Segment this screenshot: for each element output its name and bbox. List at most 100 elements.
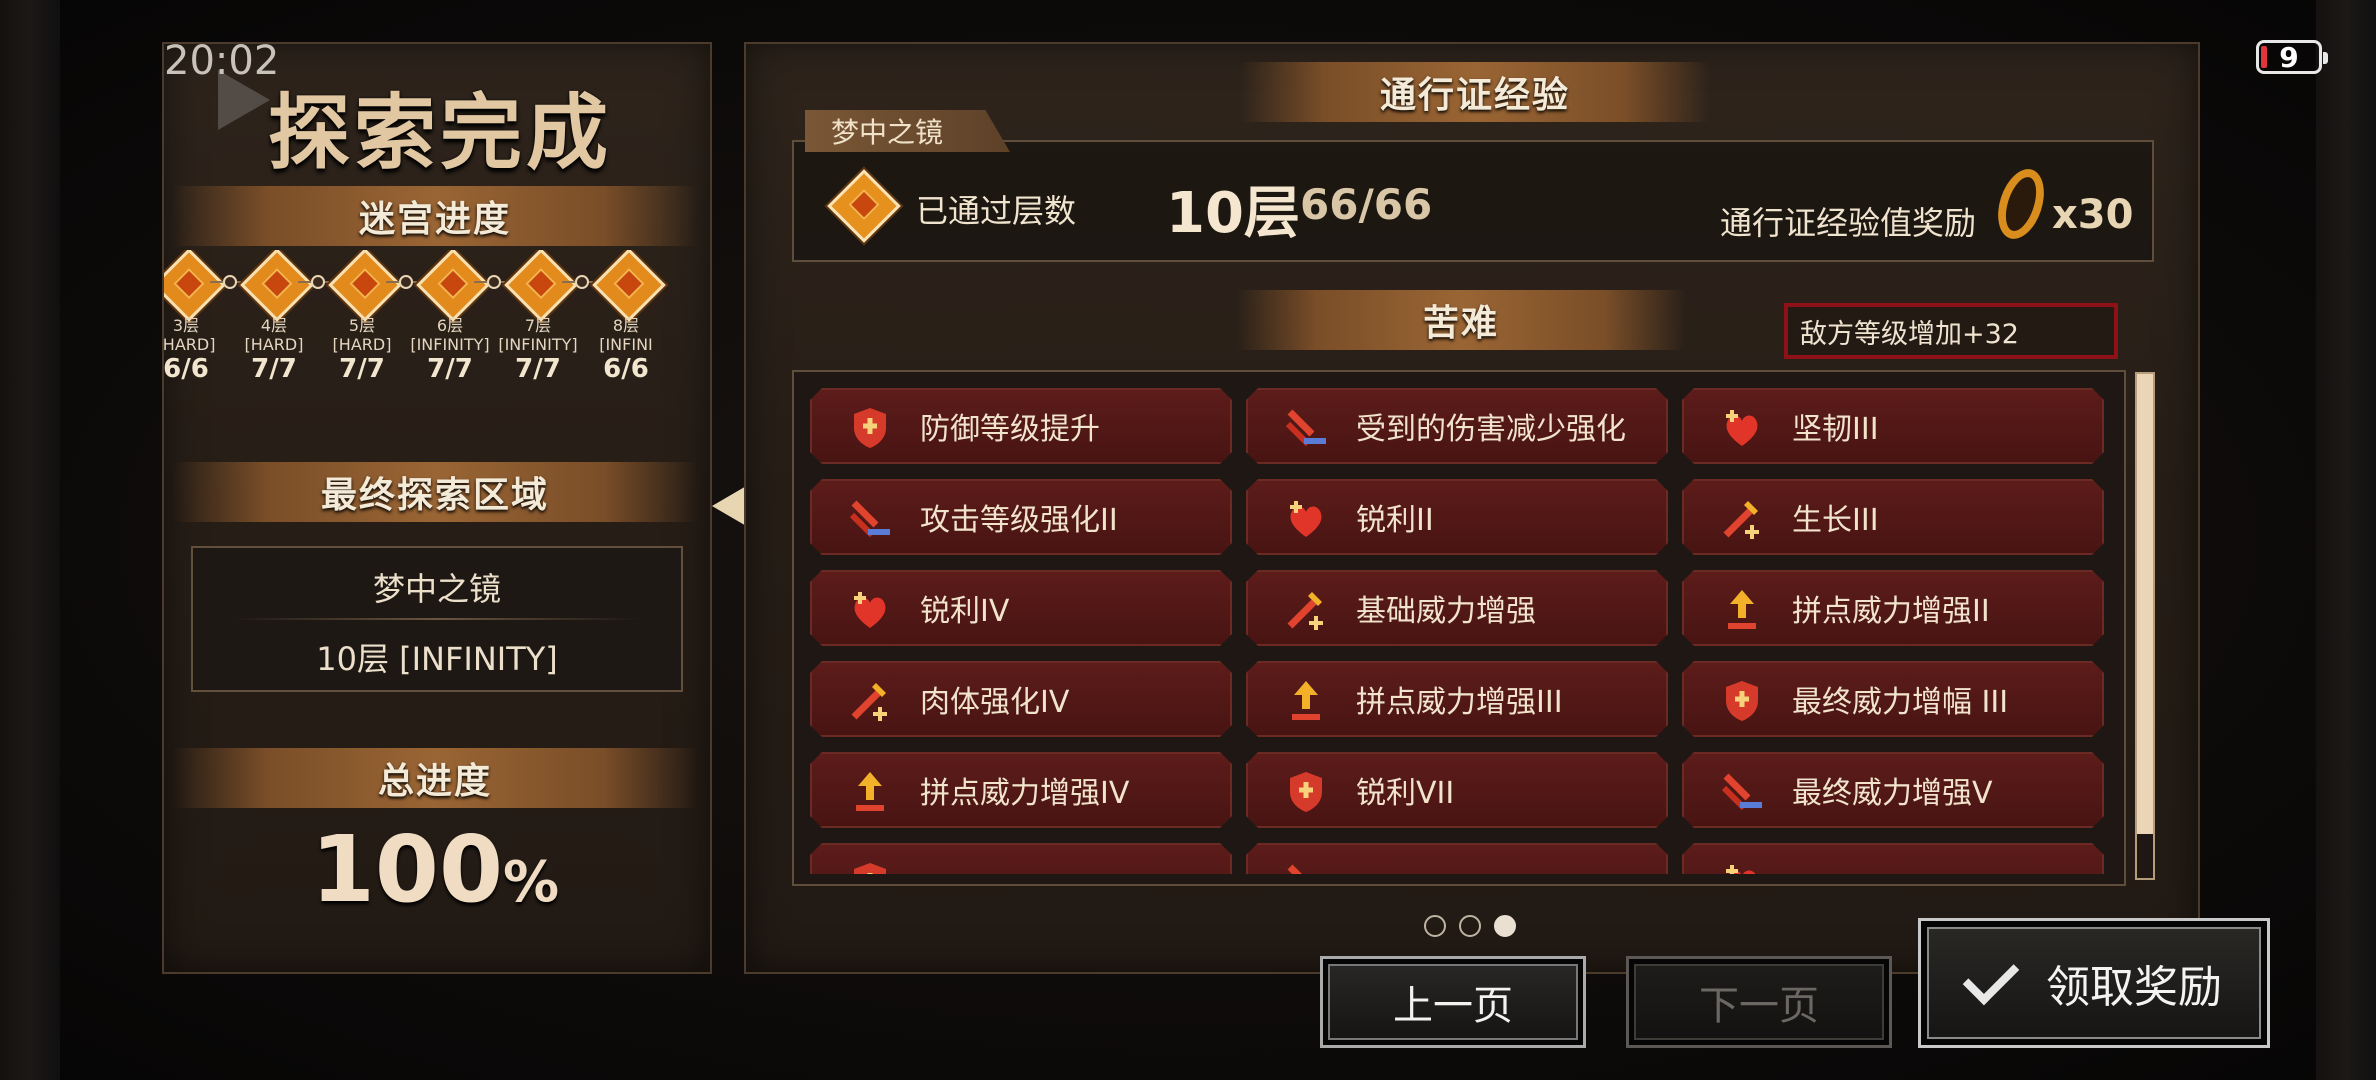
heart-plus-icon bbox=[1718, 404, 1766, 452]
sword-up-icon bbox=[1718, 495, 1766, 543]
hardship-card-label: 最终威力增幅 III bbox=[1792, 685, 2009, 720]
shield-up-icon bbox=[1718, 677, 1766, 725]
dungeon-tag: 梦中之镜 bbox=[805, 110, 1010, 152]
hardship-card[interactable] bbox=[1246, 843, 1668, 874]
hardship-banner: 苦难 bbox=[1236, 290, 1686, 350]
damage-reduce-icon bbox=[846, 495, 894, 543]
floor-node-count: 7/7 bbox=[339, 354, 385, 384]
hardship-card[interactable]: 拼点威力增强III bbox=[1246, 661, 1668, 737]
heart-plus-icon bbox=[1718, 859, 1766, 874]
sword-up-icon bbox=[1282, 586, 1330, 634]
floor-node-label: 3层[HARD] bbox=[164, 316, 216, 354]
pager-dot-1[interactable] bbox=[1424, 915, 1446, 937]
hardship-card[interactable]: 受到的伤害减少强化 bbox=[1246, 388, 1668, 464]
cleared-floor-value: 10层 bbox=[1166, 181, 1300, 246]
final-area-box: 梦中之镜 10层 [INFINITY] bbox=[191, 546, 683, 692]
sword-up-icon bbox=[846, 677, 894, 725]
final-area-banner: 最终探索区域 bbox=[172, 462, 698, 522]
battery-indicator: 9 bbox=[2256, 40, 2328, 74]
floor-node-icon bbox=[240, 250, 314, 322]
labyrinth-progress-banner: 迷宫进度 bbox=[172, 186, 698, 246]
labyrinth-node-track: 3层[HARD]6/64层[HARD]7/75层[HARD]7/76层[INFI… bbox=[164, 250, 674, 390]
hardship-card-label: 最终威力增强V bbox=[1792, 776, 1993, 811]
hardship-card-label: 攻击等级强化II bbox=[920, 503, 1118, 538]
battery-level: 9 bbox=[2279, 40, 2299, 74]
shield-up-icon bbox=[846, 859, 894, 874]
floor-node-icon bbox=[504, 250, 578, 322]
hardship-card[interactable] bbox=[810, 843, 1232, 874]
hardship-card-label: 拼点威力增强III bbox=[1356, 685, 1563, 720]
shield-up-icon bbox=[1282, 768, 1330, 816]
left-frame-edge bbox=[0, 0, 60, 1080]
hardship-card[interactable]: 最终威力增强V bbox=[1682, 752, 2104, 828]
hardship-card-label: 锐利II bbox=[1356, 503, 1434, 538]
floor-node-count: 7/7 bbox=[515, 354, 561, 384]
hardship-scrollbar-thumb[interactable] bbox=[2137, 374, 2153, 834]
floor-node-label: 8层 [INFINI bbox=[599, 316, 653, 354]
arrow-up-icon bbox=[1282, 677, 1330, 725]
damage-reduce-icon bbox=[1282, 404, 1330, 452]
pass-exp-reward-value: x30 bbox=[2052, 192, 2134, 238]
hardship-card[interactable]: 锐利VII bbox=[1246, 752, 1668, 828]
floor-node-count: 6/6 bbox=[164, 354, 209, 384]
prev-page-button[interactable]: 上一页 bbox=[1320, 956, 1586, 1048]
divider bbox=[233, 618, 641, 620]
damage-reduce-icon bbox=[1282, 859, 1330, 874]
hardship-card[interactable]: 坚韧III bbox=[1682, 388, 2104, 464]
hardship-card-label: 基础威力增强 bbox=[1356, 594, 1536, 629]
floor-node-icon bbox=[416, 250, 490, 322]
cleared-count: 66/66 bbox=[1300, 180, 1433, 229]
floor-node-count: 7/7 bbox=[427, 354, 473, 384]
hardship-card-label: 坚韧III bbox=[1792, 412, 1879, 447]
right-frame-edge bbox=[2316, 0, 2376, 1080]
claim-reward-button[interactable]: 领取奖励 bbox=[1918, 918, 2270, 1048]
hardship-card-label: 锐利IV bbox=[920, 594, 1010, 629]
pager-dot-3-active[interactable] bbox=[1494, 915, 1516, 937]
floor-node-label: 4层 [HARD] bbox=[244, 316, 304, 354]
hardship-card[interactable]: 基础威力增强 bbox=[1246, 570, 1668, 646]
heart-plus-icon bbox=[1282, 495, 1330, 543]
hardship-card[interactable]: 最终威力增幅 III bbox=[1682, 661, 2104, 737]
floor-node-icon bbox=[164, 250, 226, 322]
floor-node-icon bbox=[328, 250, 402, 322]
pager-dot-2[interactable] bbox=[1459, 915, 1481, 937]
next-page-button[interactable]: 下一页 bbox=[1626, 956, 1892, 1048]
status-time: 20:02 bbox=[164, 38, 280, 84]
floor-node-count: 7/7 bbox=[251, 354, 297, 384]
final-area-name: 梦中之镜 bbox=[372, 570, 501, 608]
hardship-card-label: 肉体强化IV bbox=[920, 685, 1070, 720]
node-connector-dot bbox=[223, 275, 237, 289]
pass-exp-reward-label: 通行证经验值奖励 bbox=[1720, 204, 1977, 242]
hardship-card-label: 生长III bbox=[1792, 503, 1879, 538]
hardship-card-label: 锐利VII bbox=[1356, 776, 1455, 811]
hardship-card[interactable]: 拼点威力增强IV bbox=[810, 752, 1232, 828]
cleared-floors-label: 已通过层数 bbox=[916, 192, 1077, 230]
hardship-card[interactable]: 肉体强化IV bbox=[810, 661, 1232, 737]
heart-plus-icon bbox=[846, 586, 894, 634]
node-connector-dot bbox=[399, 275, 413, 289]
shield-up-icon bbox=[846, 404, 894, 452]
hardship-card-label: 拼点威力增强II bbox=[1792, 594, 1990, 629]
hardship-card-label: 拼点威力增强IV bbox=[920, 776, 1130, 811]
floor-node-icon bbox=[592, 250, 666, 322]
total-progress-value: 100% bbox=[310, 816, 560, 923]
hardship-card[interactable]: 攻击等级强化II bbox=[810, 479, 1232, 555]
hardship-card[interactable]: 锐利IV bbox=[810, 570, 1232, 646]
pass-exp-banner: 通行证经验 bbox=[1240, 62, 1710, 122]
arrow-up-icon bbox=[846, 768, 894, 816]
node-connector-dot bbox=[575, 275, 589, 289]
hardship-card-label: 防御等级提升 bbox=[920, 412, 1100, 447]
floor-node-label: 5层 [HARD] bbox=[332, 316, 392, 354]
hardship-card[interactable] bbox=[1682, 843, 2104, 874]
final-area-floor: 10层 [INFINITY] bbox=[316, 640, 558, 678]
hardship-card[interactable]: 防御等级提升 bbox=[810, 388, 1232, 464]
claim-reward-label: 领取奖励 bbox=[2046, 962, 2222, 1013]
node-connector-dot bbox=[487, 275, 501, 289]
hardship-card[interactable]: 拼点威力增强II bbox=[1682, 570, 2104, 646]
hardship-card[interactable]: 锐利II bbox=[1246, 479, 1668, 555]
enemy-level-note: 敌方等级增加+32 bbox=[1784, 303, 2118, 359]
check-icon bbox=[1962, 948, 2020, 1006]
floor-node-label: 7层 [INFINITY] bbox=[498, 316, 578, 354]
node-connector-dot bbox=[311, 275, 325, 289]
hardship-card[interactable]: 生长III bbox=[1682, 479, 2104, 555]
